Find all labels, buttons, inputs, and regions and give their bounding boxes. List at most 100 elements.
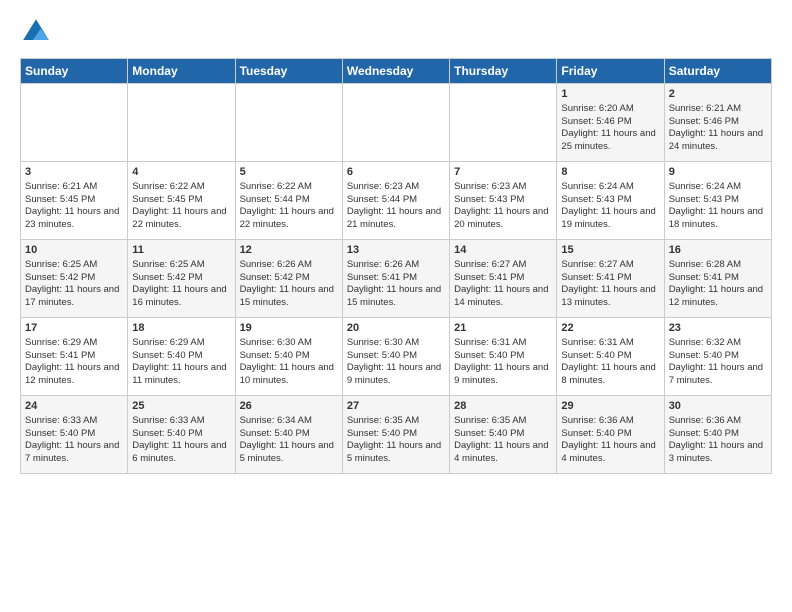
header-thursday: Thursday (450, 59, 557, 84)
day-number: 2 (669, 87, 767, 102)
day-info: Daylight: 11 hours and 17 minutes. (25, 284, 123, 310)
day-number: 11 (132, 243, 230, 258)
day-info: Daylight: 11 hours and 4 minutes. (454, 440, 552, 466)
day-number: 9 (669, 165, 767, 180)
day-info: Sunrise: 6:28 AM (669, 259, 767, 272)
calendar-day-19: 19Sunrise: 6:30 AMSunset: 5:40 PMDayligh… (235, 318, 342, 396)
day-info: Daylight: 11 hours and 5 minutes. (347, 440, 445, 466)
header-wednesday: Wednesday (342, 59, 449, 84)
day-info: Daylight: 11 hours and 22 minutes. (240, 206, 338, 232)
day-info: Sunrise: 6:35 AM (347, 415, 445, 428)
day-number: 26 (240, 399, 338, 414)
calendar-day-9: 9Sunrise: 6:24 AMSunset: 5:43 PMDaylight… (664, 162, 771, 240)
day-info: Daylight: 11 hours and 7 minutes. (25, 440, 123, 466)
day-number: 8 (561, 165, 659, 180)
day-number: 7 (454, 165, 552, 180)
day-info: Daylight: 11 hours and 6 minutes. (132, 440, 230, 466)
calendar-empty (235, 84, 342, 162)
calendar-day-1: 1Sunrise: 6:20 AMSunset: 5:46 PMDaylight… (557, 84, 664, 162)
day-number: 25 (132, 399, 230, 414)
day-info: Daylight: 11 hours and 5 minutes. (240, 440, 338, 466)
day-info: Sunrise: 6:35 AM (454, 415, 552, 428)
day-info: Sunset: 5:40 PM (347, 350, 445, 363)
calendar-day-26: 26Sunrise: 6:34 AMSunset: 5:40 PMDayligh… (235, 396, 342, 474)
calendar-day-28: 28Sunrise: 6:35 AMSunset: 5:40 PMDayligh… (450, 396, 557, 474)
calendar-day-13: 13Sunrise: 6:26 AMSunset: 5:41 PMDayligh… (342, 240, 449, 318)
day-number: 30 (669, 399, 767, 414)
day-info: Sunrise: 6:33 AM (25, 415, 123, 428)
day-info: Daylight: 11 hours and 19 minutes. (561, 206, 659, 232)
day-info: Daylight: 11 hours and 11 minutes. (132, 362, 230, 388)
calendar-empty (342, 84, 449, 162)
calendar-day-11: 11Sunrise: 6:25 AMSunset: 5:42 PMDayligh… (128, 240, 235, 318)
day-info: Daylight: 11 hours and 22 minutes. (132, 206, 230, 232)
day-info: Sunrise: 6:21 AM (669, 103, 767, 116)
day-number: 19 (240, 321, 338, 336)
day-info: Daylight: 11 hours and 8 minutes. (561, 362, 659, 388)
day-number: 12 (240, 243, 338, 258)
day-info: Sunset: 5:45 PM (25, 194, 123, 207)
day-info: Sunrise: 6:20 AM (561, 103, 659, 116)
day-info: Sunset: 5:41 PM (25, 350, 123, 363)
day-info: Sunset: 5:43 PM (454, 194, 552, 207)
day-info: Daylight: 11 hours and 24 minutes. (669, 128, 767, 154)
calendar-day-18: 18Sunrise: 6:29 AMSunset: 5:40 PMDayligh… (128, 318, 235, 396)
calendar-day-5: 5Sunrise: 6:22 AMSunset: 5:44 PMDaylight… (235, 162, 342, 240)
calendar-day-10: 10Sunrise: 6:25 AMSunset: 5:42 PMDayligh… (21, 240, 128, 318)
day-info: Daylight: 11 hours and 18 minutes. (669, 206, 767, 232)
page: SundayMondayTuesdayWednesdayThursdayFrid… (0, 0, 792, 612)
calendar-day-6: 6Sunrise: 6:23 AMSunset: 5:44 PMDaylight… (342, 162, 449, 240)
day-info: Daylight: 11 hours and 20 minutes. (454, 206, 552, 232)
day-info: Daylight: 11 hours and 4 minutes. (561, 440, 659, 466)
calendar-day-21: 21Sunrise: 6:31 AMSunset: 5:40 PMDayligh… (450, 318, 557, 396)
day-info: Sunset: 5:40 PM (454, 428, 552, 441)
day-info: Sunset: 5:40 PM (240, 350, 338, 363)
day-number: 13 (347, 243, 445, 258)
day-info: Sunrise: 6:26 AM (347, 259, 445, 272)
calendar-week-1: 1Sunrise: 6:20 AMSunset: 5:46 PMDaylight… (21, 84, 772, 162)
calendar-day-14: 14Sunrise: 6:27 AMSunset: 5:41 PMDayligh… (450, 240, 557, 318)
day-info: Sunrise: 6:36 AM (669, 415, 767, 428)
day-info: Daylight: 11 hours and 3 minutes. (669, 440, 767, 466)
day-info: Sunset: 5:40 PM (561, 428, 659, 441)
header-monday: Monday (128, 59, 235, 84)
day-number: 15 (561, 243, 659, 258)
day-info: Daylight: 11 hours and 12 minutes. (669, 284, 767, 310)
day-info: Sunset: 5:44 PM (240, 194, 338, 207)
day-info: Daylight: 11 hours and 25 minutes. (561, 128, 659, 154)
day-number: 20 (347, 321, 445, 336)
day-number: 28 (454, 399, 552, 414)
day-info: Sunset: 5:40 PM (669, 428, 767, 441)
day-number: 4 (132, 165, 230, 180)
day-info: Sunrise: 6:22 AM (132, 181, 230, 194)
calendar-day-3: 3Sunrise: 6:21 AMSunset: 5:45 PMDaylight… (21, 162, 128, 240)
day-info: Sunset: 5:41 PM (561, 272, 659, 285)
day-info: Daylight: 11 hours and 7 minutes. (669, 362, 767, 388)
day-info: Sunrise: 6:34 AM (240, 415, 338, 428)
day-info: Sunrise: 6:31 AM (454, 337, 552, 350)
day-info: Sunrise: 6:30 AM (347, 337, 445, 350)
day-info: Sunset: 5:40 PM (240, 428, 338, 441)
day-info: Daylight: 11 hours and 14 minutes. (454, 284, 552, 310)
day-info: Sunrise: 6:29 AM (25, 337, 123, 350)
day-info: Sunset: 5:46 PM (561, 116, 659, 129)
day-number: 24 (25, 399, 123, 414)
day-number: 14 (454, 243, 552, 258)
day-info: Sunrise: 6:31 AM (561, 337, 659, 350)
day-info: Sunrise: 6:32 AM (669, 337, 767, 350)
day-number: 16 (669, 243, 767, 258)
day-info: Sunrise: 6:29 AM (132, 337, 230, 350)
day-number: 10 (25, 243, 123, 258)
calendar-week-4: 17Sunrise: 6:29 AMSunset: 5:41 PMDayligh… (21, 318, 772, 396)
calendar-day-29: 29Sunrise: 6:36 AMSunset: 5:40 PMDayligh… (557, 396, 664, 474)
day-info: Sunrise: 6:22 AM (240, 181, 338, 194)
day-info: Sunset: 5:45 PM (132, 194, 230, 207)
calendar-day-27: 27Sunrise: 6:35 AMSunset: 5:40 PMDayligh… (342, 396, 449, 474)
day-info: Daylight: 11 hours and 13 minutes. (561, 284, 659, 310)
day-info: Sunrise: 6:24 AM (669, 181, 767, 194)
day-info: Sunrise: 6:26 AM (240, 259, 338, 272)
day-info: Sunset: 5:40 PM (347, 428, 445, 441)
day-info: Daylight: 11 hours and 9 minutes. (347, 362, 445, 388)
day-info: Daylight: 11 hours and 23 minutes. (25, 206, 123, 232)
header (20, 16, 772, 48)
